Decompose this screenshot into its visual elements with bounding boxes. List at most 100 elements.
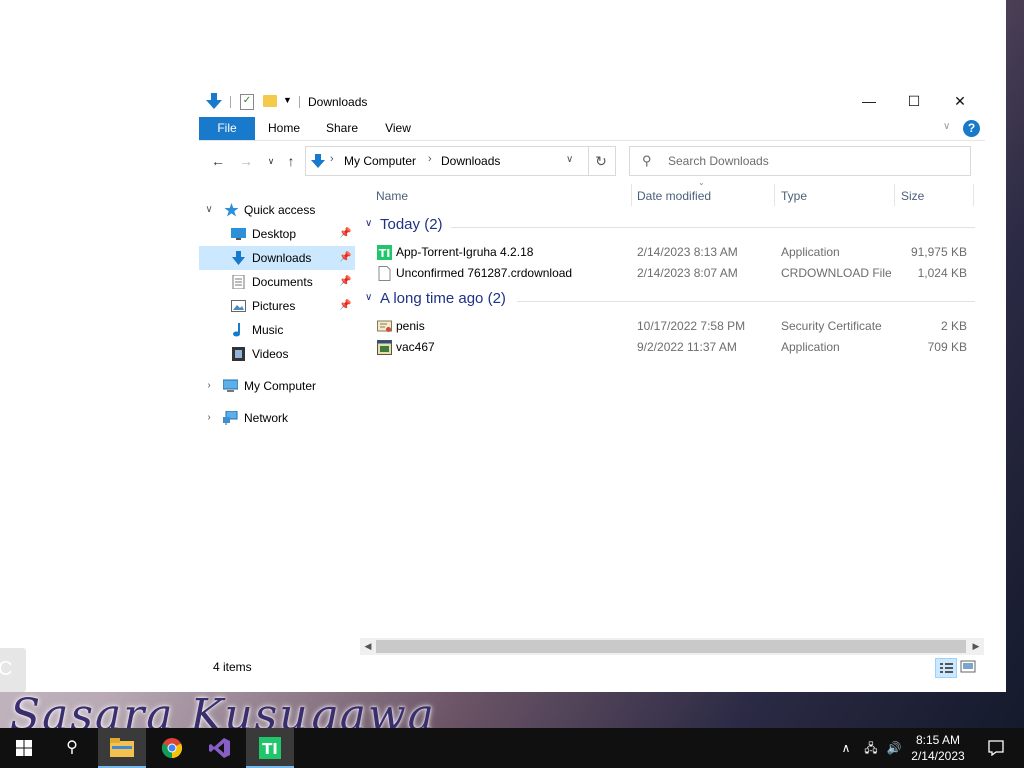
nav-label: Pictures bbox=[252, 299, 296, 313]
start-button[interactable] bbox=[0, 728, 48, 768]
sidebar-item-desktop[interactable]: Desktop 📌 bbox=[199, 222, 355, 246]
up-arrow-icon[interactable]: ↑ bbox=[281, 152, 301, 170]
group-collapse-chevron-icon[interactable]: ∨ bbox=[365, 292, 372, 303]
table-row[interactable]: vac467 9/2/2022 11:37 AM Application 709… bbox=[361, 337, 975, 358]
refresh-icon[interactable]: ↻ bbox=[587, 146, 616, 176]
sidebar-item-videos[interactable]: Videos bbox=[199, 342, 355, 366]
column-divider[interactable] bbox=[973, 184, 974, 206]
file-type: CRDOWNLOAD File bbox=[781, 266, 892, 280]
pin-icon[interactable]: 📌 bbox=[339, 270, 351, 294]
table-row[interactable]: TI App-Torrent-Igruha 4.2.18 2/14/2023 8… bbox=[361, 242, 975, 263]
svg-text:TI: TI bbox=[262, 740, 278, 758]
column-header-date[interactable]: Date modified bbox=[637, 186, 711, 206]
file-size: 2 KB bbox=[940, 319, 967, 333]
scrollbar-thumb[interactable] bbox=[376, 640, 966, 653]
help-icon[interactable]: ? bbox=[963, 120, 980, 137]
file-type: Application bbox=[781, 340, 840, 354]
expand-ribbon-chevron-icon[interactable]: ∨ bbox=[943, 121, 950, 132]
downloads-icon bbox=[232, 251, 245, 265]
file-name: vac467 bbox=[396, 340, 435, 354]
refresh-glyph-icon: C bbox=[0, 658, 13, 680]
column-divider[interactable] bbox=[774, 184, 775, 206]
breadcrumb-my-computer[interactable]: My Computer bbox=[344, 154, 416, 168]
nav-quick-access[interactable]: ∨ Quick access bbox=[199, 198, 355, 222]
search-icon: ⚲ bbox=[642, 153, 652, 168]
notification-icon bbox=[988, 740, 1004, 756]
tab-home[interactable]: Home bbox=[261, 117, 307, 140]
file-type: Application bbox=[781, 245, 840, 259]
file-size: 1,024 KB bbox=[917, 266, 967, 280]
application-icon bbox=[377, 340, 392, 355]
column-header-name[interactable]: Name bbox=[376, 186, 408, 206]
pin-icon[interactable]: 📌 bbox=[339, 246, 351, 270]
pin-icon[interactable]: 📌 bbox=[339, 222, 351, 246]
file-name: Unconfirmed 761287.crdownload bbox=[396, 266, 573, 280]
column-header-type[interactable]: Type bbox=[781, 186, 807, 206]
windows-logo-icon bbox=[16, 740, 32, 756]
sidebar-item-music[interactable]: Music bbox=[199, 318, 355, 342]
collapse-chevron-icon[interactable]: ∨ bbox=[203, 198, 215, 222]
app-torrent-icon: TI bbox=[377, 245, 392, 260]
visual-studio-taskbar-button[interactable] bbox=[196, 728, 244, 768]
breadcrumb-downloads[interactable]: Downloads bbox=[441, 154, 500, 168]
videos-icon bbox=[232, 347, 245, 361]
horizontal-scrollbar[interactable]: ◀ ▶ bbox=[360, 638, 984, 655]
sidebar-item-downloads[interactable]: Downloads 📌 bbox=[199, 246, 355, 270]
group-header-today[interactable]: ∨ Today (2) bbox=[361, 216, 975, 238]
side-panel-stub[interactable]: C bbox=[0, 648, 26, 692]
search-box[interactable]: ⚲ bbox=[629, 146, 971, 176]
chrome-taskbar-button[interactable] bbox=[148, 728, 196, 768]
certificate-icon bbox=[377, 320, 392, 332]
nav-label: Network bbox=[244, 411, 289, 425]
minimize-button[interactable]: — bbox=[846, 86, 892, 116]
action-center-button[interactable] bbox=[976, 728, 1016, 768]
back-arrow-icon[interactable]: ← bbox=[208, 152, 228, 170]
group-divider bbox=[451, 227, 975, 228]
folder-icon bbox=[110, 738, 134, 757]
show-hidden-icons-chevron-icon[interactable]: ∧ bbox=[836, 728, 856, 768]
column-divider[interactable] bbox=[631, 184, 632, 206]
pin-icon[interactable]: 📌 bbox=[339, 294, 351, 318]
torrent-igruha-taskbar-button[interactable]: TI bbox=[246, 728, 294, 768]
navigation-bar: ← → ∨ ↑ › My Computer › Downloads ∨ ↻ ⚲ bbox=[199, 146, 985, 178]
forward-arrow-icon[interactable]: → bbox=[236, 152, 256, 170]
music-icon bbox=[233, 323, 240, 337]
recent-locations-chevron-icon[interactable]: ∨ bbox=[261, 152, 281, 170]
large-icons-view-icon[interactable] bbox=[958, 658, 978, 676]
group-collapse-chevron-icon[interactable]: ∨ bbox=[365, 218, 372, 229]
scroll-right-icon[interactable]: ▶ bbox=[968, 638, 984, 655]
scroll-left-icon[interactable]: ◀ bbox=[360, 638, 376, 655]
sidebar-item-pictures[interactable]: Pictures 📌 bbox=[199, 294, 355, 318]
tab-view[interactable]: View bbox=[377, 117, 419, 140]
qa-customize-caret-icon[interactable]: ▼ bbox=[283, 95, 292, 105]
crumb-separator: › bbox=[428, 153, 432, 165]
expand-chevron-icon[interactable]: › bbox=[203, 374, 215, 398]
column-divider[interactable] bbox=[894, 184, 895, 206]
taskbar-clock[interactable]: 8:15 AM 2/14/2023 bbox=[900, 732, 976, 764]
search-input[interactable] bbox=[668, 151, 958, 171]
nav-network[interactable]: › Network bbox=[199, 406, 355, 430]
expand-chevron-icon[interactable]: › bbox=[203, 406, 215, 430]
address-dropdown-chevron-icon[interactable]: ∨ bbox=[566, 154, 573, 165]
nav-label: Desktop bbox=[252, 227, 297, 241]
close-button[interactable]: ✕ bbox=[937, 86, 983, 116]
file-size: 91,975 KB bbox=[910, 245, 967, 259]
nav-my-computer[interactable]: › My Computer bbox=[199, 374, 355, 398]
column-header-size[interactable]: Size bbox=[901, 186, 924, 206]
file-type: Security Certificate bbox=[781, 319, 882, 333]
visual-studio-icon bbox=[209, 738, 230, 758]
tab-share[interactable]: Share bbox=[319, 117, 365, 140]
tab-file[interactable]: File bbox=[199, 117, 255, 140]
table-row[interactable]: penis 10/17/2022 7:58 PM Security Certif… bbox=[361, 316, 975, 337]
table-row[interactable]: Unconfirmed 761287.crdownload 2/14/2023 … bbox=[361, 263, 975, 284]
file-explorer-taskbar-button[interactable] bbox=[98, 728, 146, 768]
maximize-button[interactable]: ☐ bbox=[891, 86, 937, 116]
properties-check-icon[interactable]: ✓ bbox=[240, 94, 254, 110]
new-folder-icon[interactable] bbox=[263, 95, 277, 107]
address-bar[interactable]: › My Computer › Downloads ∨ bbox=[305, 146, 589, 176]
group-header-long-ago[interactable]: ∨ A long time ago (2) bbox=[361, 290, 975, 312]
search-taskbar-button[interactable]: ⚲ bbox=[48, 728, 96, 768]
sidebar-item-documents[interactable]: Documents 📌 bbox=[199, 270, 355, 294]
details-view-icon[interactable] bbox=[935, 658, 957, 678]
network-tray-icon[interactable]: 🖧 bbox=[860, 728, 882, 768]
